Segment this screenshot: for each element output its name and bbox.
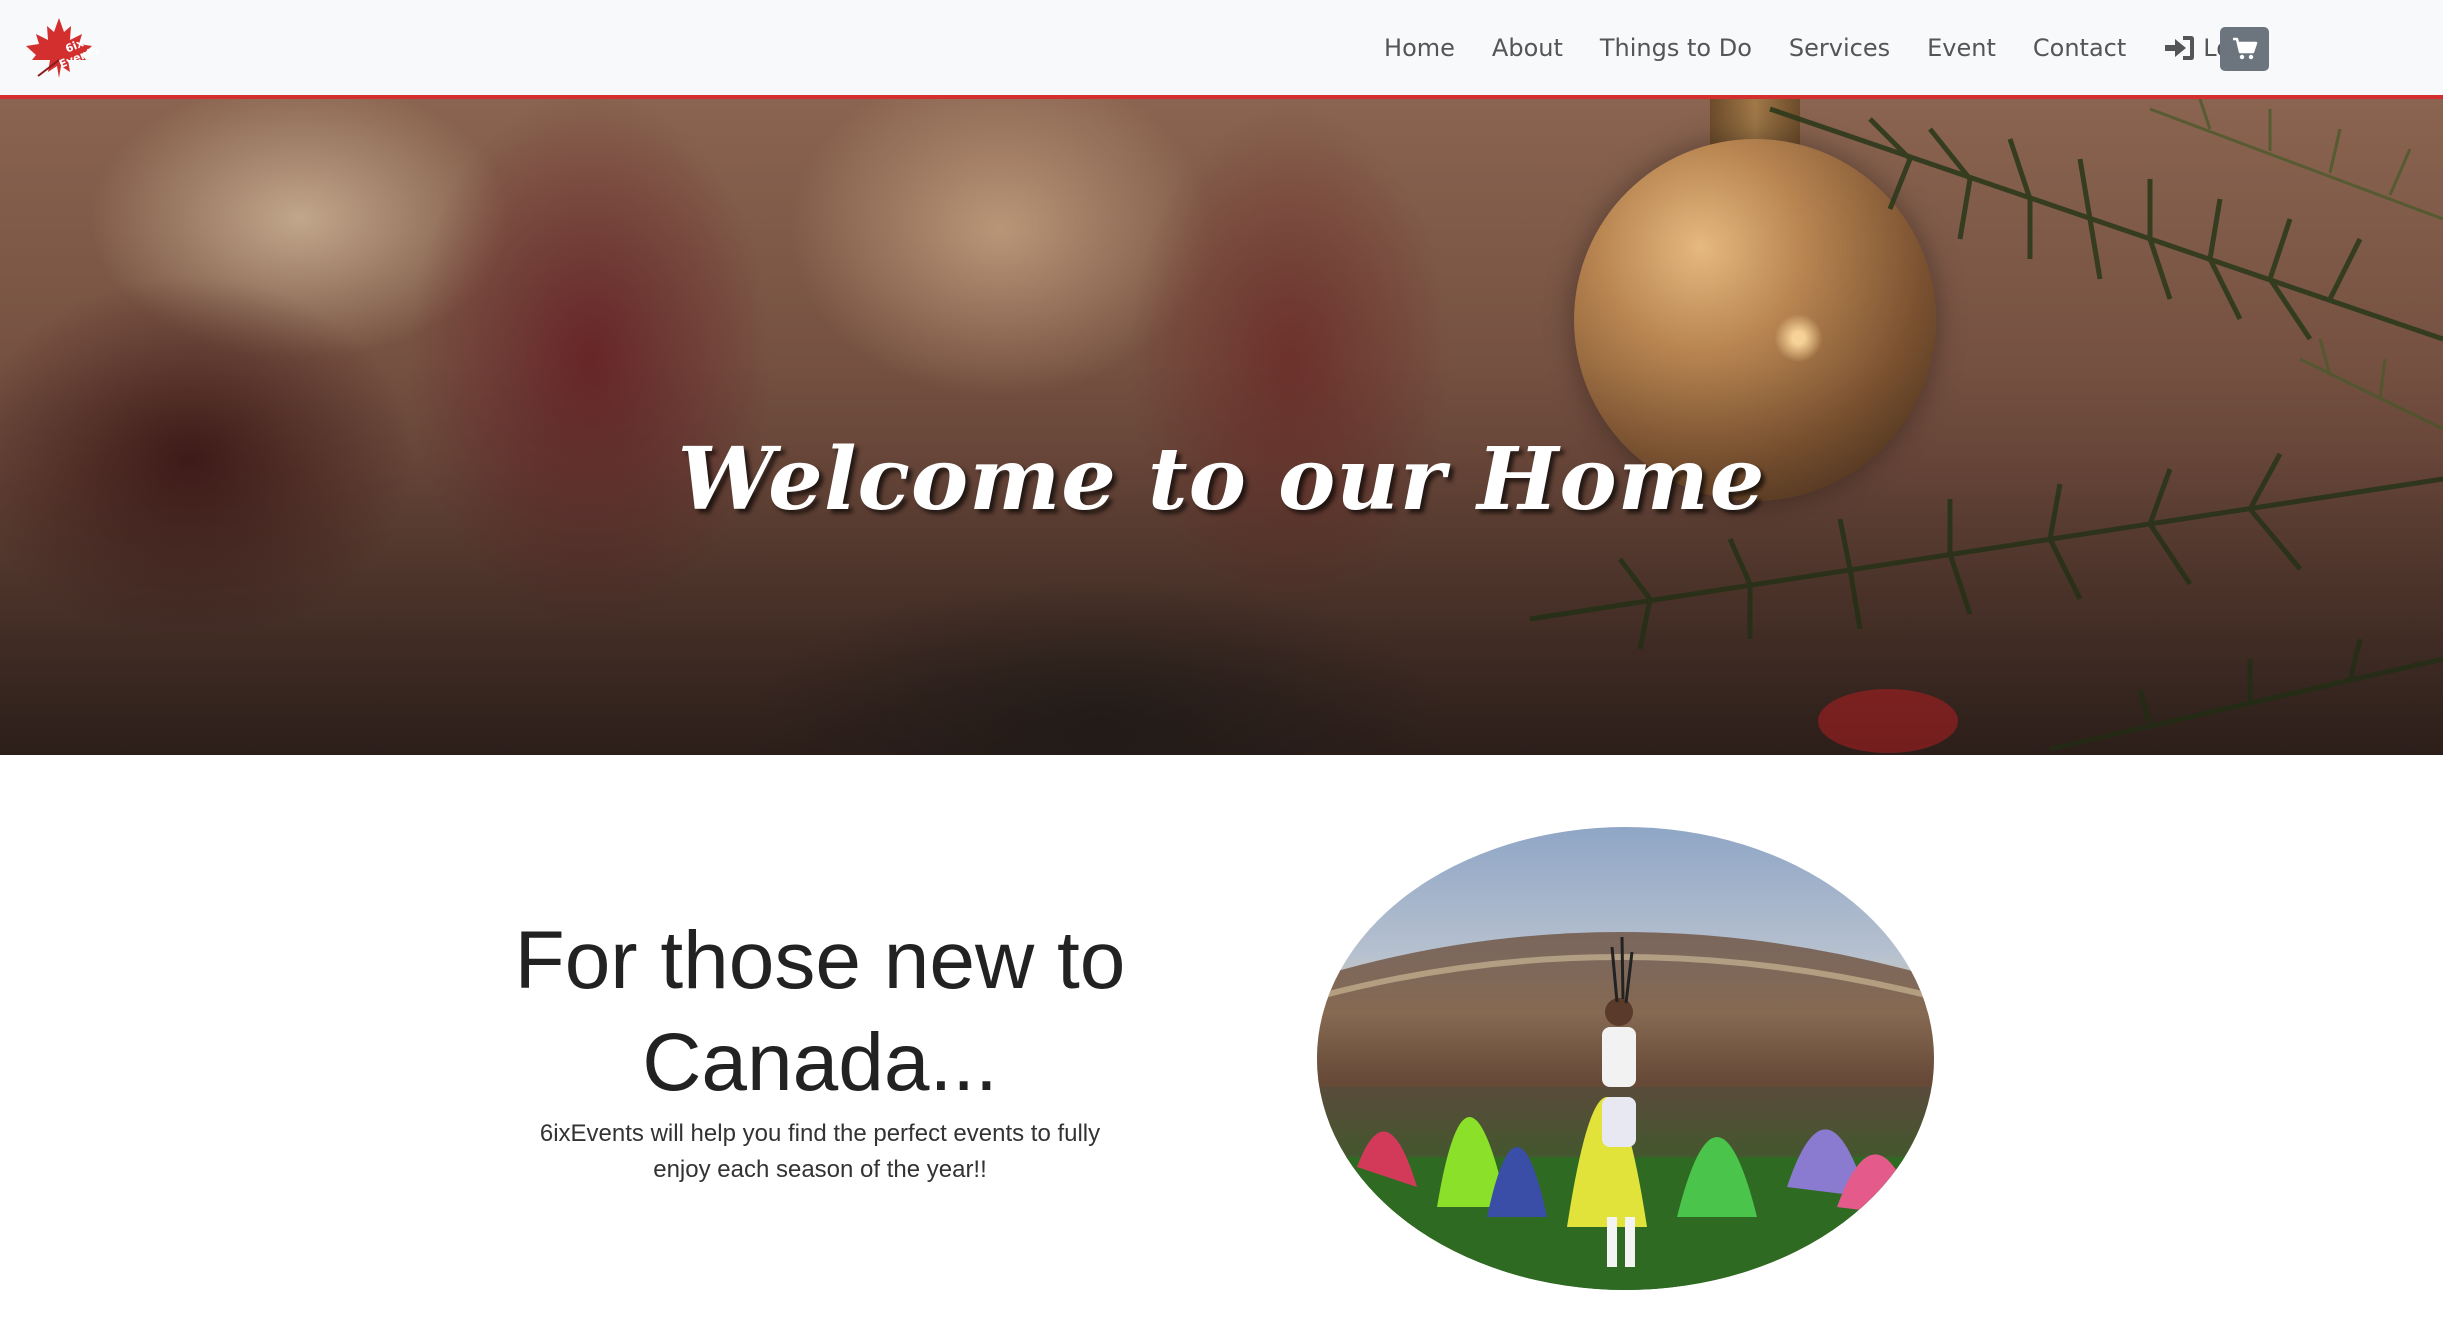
powwow-photo <box>1317 827 1934 1290</box>
navbar: 6ix Events Home About Things to Do Servi… <box>0 0 2443 99</box>
shopping-cart-icon <box>2232 37 2257 60</box>
nav-link-about[interactable]: About <box>1492 34 1563 62</box>
intro-heading: For those new to Canada... <box>514 915 1126 1108</box>
hero-banner: Welcome to our Home <box>0 99 2443 755</box>
nav-link-home[interactable]: Home <box>1384 34 1455 62</box>
photo-scene <box>1317 932 1934 1290</box>
nav-menu: Home About Things to Do Services Event C… <box>1370 0 2268 95</box>
nav-link-things-to-do[interactable]: Things to Do <box>1600 34 1752 62</box>
sign-in-icon <box>2165 35 2195 60</box>
brand-logo[interactable]: 6ix Events <box>18 16 101 80</box>
nav-link-event[interactable]: Event <box>1927 34 1996 62</box>
hero-title: Welcome to our Home <box>677 429 1766 530</box>
nav-link-contact[interactable]: Contact <box>2033 34 2126 62</box>
cart-button[interactable] <box>2220 27 2269 71</box>
hero-overlay <box>0 99 2443 755</box>
nav-link-services[interactable]: Services <box>1789 34 1890 62</box>
intro-text: 6ixEvents will help you find the perfect… <box>539 1120 1101 1183</box>
